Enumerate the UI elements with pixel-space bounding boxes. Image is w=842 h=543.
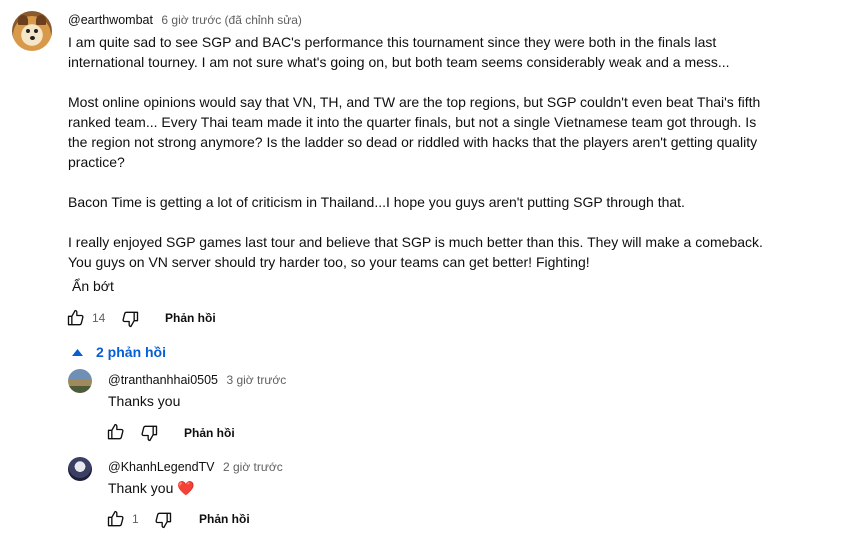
- like-button[interactable]: [106, 509, 126, 529]
- avatar[interactable]: [68, 369, 92, 393]
- thumb-down-icon: [139, 423, 159, 443]
- thumb-up-icon: [66, 308, 86, 328]
- reply-author[interactable]: @KhanhLegendTV: [108, 460, 215, 474]
- thumb-up-icon: [106, 422, 126, 442]
- thumb-down-icon: [120, 309, 140, 329]
- comment-author[interactable]: @earthwombat: [68, 13, 153, 27]
- show-less-button[interactable]: Ẩn bớt: [72, 278, 114, 294]
- replies-toggle-label: 2 phản hồi: [96, 344, 166, 360]
- reply-text-container: Thank you ❤️: [108, 480, 195, 497]
- comment-header: @earthwombat 6 giờ trước (đã chỉnh sửa): [68, 11, 302, 29]
- heart-emoji: ❤️: [177, 480, 195, 496]
- reply-header: @KhanhLegendTV 2 giờ trước: [108, 458, 283, 476]
- reply-header: @tranthanhhai0505 3 giờ trước: [108, 371, 286, 389]
- comment-paragraph: I am quite sad to see SGP and BAC's perf…: [68, 34, 730, 70]
- comment-paragraph: Most online opinions would say that VN, …: [68, 94, 761, 170]
- comment-paragraph: Bacon Time is getting a lot of criticism…: [68, 194, 685, 210]
- reply-button[interactable]: Phản hồi: [165, 311, 216, 325]
- like-count: 14: [92, 311, 106, 325]
- comment-body: I am quite sad to see SGP and BAC's perf…: [68, 32, 768, 272]
- dislike-button[interactable]: [153, 510, 173, 530]
- reply-timestamp[interactable]: 2 giờ trước: [223, 460, 283, 474]
- reply-author[interactable]: @tranthanhhai0505: [108, 373, 218, 387]
- comment-timestamp[interactable]: 6 giờ trước (đã chỉnh sửa): [161, 13, 302, 27]
- avatar[interactable]: [12, 11, 52, 51]
- like-button[interactable]: [106, 422, 126, 442]
- reply-timestamp[interactable]: 3 giờ trước: [226, 373, 286, 387]
- reply-text: Thanks you: [108, 393, 181, 409]
- thumb-down-icon: [153, 510, 173, 530]
- replies-toggle[interactable]: 2 phản hồi: [72, 343, 166, 361]
- reply-button[interactable]: Phản hồi: [184, 426, 235, 440]
- avatar[interactable]: [68, 457, 92, 481]
- caret-up-icon: [72, 343, 83, 361]
- dislike-button[interactable]: [120, 309, 140, 329]
- like-count: 1: [132, 512, 139, 526]
- reply-button[interactable]: Phản hồi: [199, 512, 250, 526]
- like-button[interactable]: [66, 308, 86, 328]
- dislike-button[interactable]: [139, 423, 159, 443]
- reply-text: Thank you: [108, 480, 174, 496]
- thumb-up-icon: [106, 509, 126, 529]
- comment-paragraph: I really enjoyed SGP games last tour and…: [68, 234, 763, 270]
